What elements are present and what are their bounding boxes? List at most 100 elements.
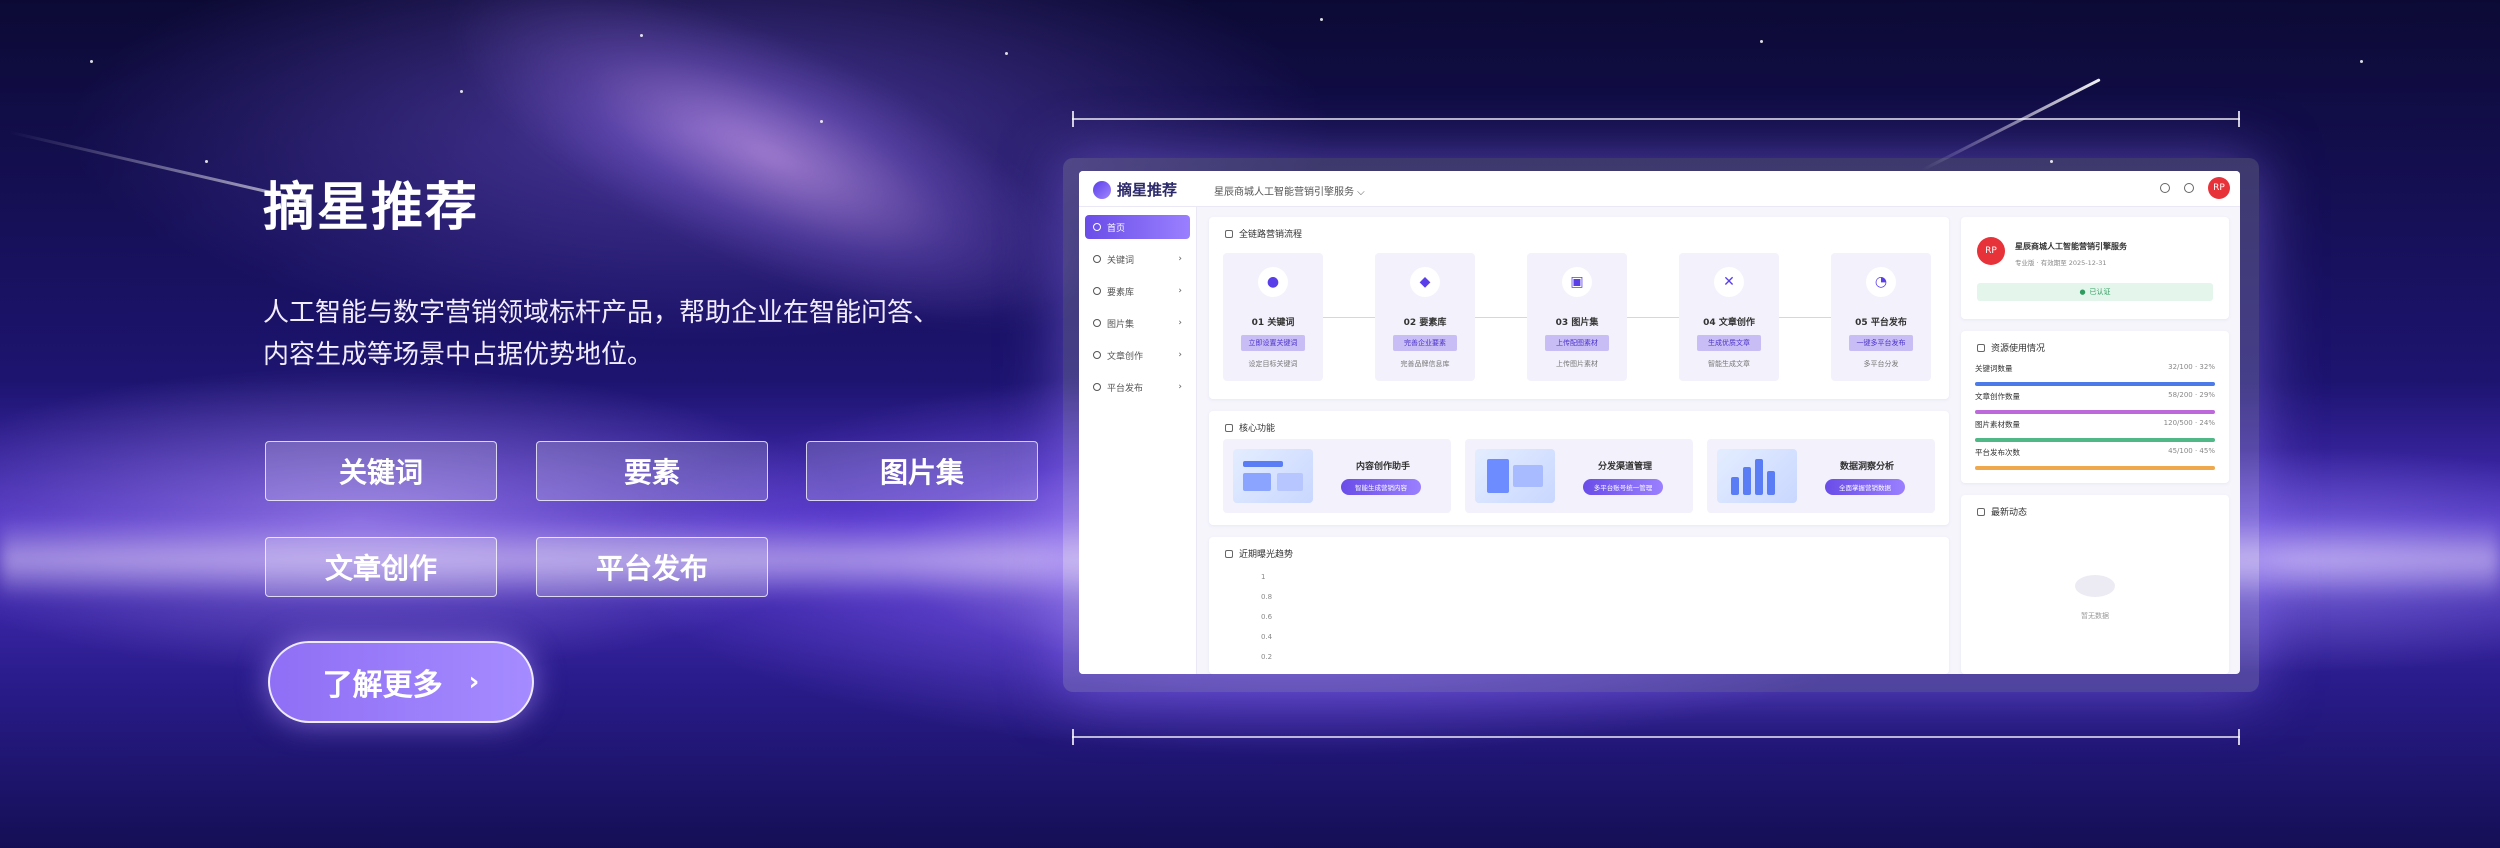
user-icon[interactable] [2160, 183, 2170, 193]
learn-more-label: 了解更多 [322, 668, 443, 703]
chip-platform-publish[interactable]: 平台发布 [536, 537, 768, 597]
dashboard-topbar: 摘星推荐 星辰商城人工智能营销引擎服务 ⌵ RP [1079, 171, 2240, 207]
step-name: 05 平台发布 [1855, 318, 1907, 328]
feature-name: 内容创作助手 [1355, 462, 1410, 472]
feature-item[interactable]: 内容创作助手 智能生成营销内容 [1223, 439, 1451, 513]
feature-button[interactable]: 智能生成营销内容 [1341, 479, 1421, 495]
step-note: 上传图片素材 [1556, 360, 1598, 368]
feature-button[interactable]: 多平台账号统一管理 [1583, 479, 1663, 495]
image-icon [1093, 319, 1101, 327]
quota-progress-bar [1975, 438, 2215, 442]
chip-article-creation[interactable]: 文章创作 [265, 537, 497, 597]
process-step[interactable]: ✕ 04 文章创作 生成优质文章 智能生成文章 [1679, 253, 1779, 381]
trend-icon [1225, 549, 1233, 558]
features-title: 核心功能 [1239, 424, 1276, 434]
frame-tick [1072, 111, 1074, 127]
empty-state-text: 暂无数据 [2081, 612, 2109, 620]
card-title: 最新动态 [1977, 505, 2027, 518]
quota-progress-fill [1975, 466, 2215, 470]
sidebar-item-label: 平台发布 [1107, 383, 1144, 394]
home-icon [1093, 223, 1101, 231]
sidebar-item-elements[interactable]: 要素库 › [1085, 279, 1190, 303]
step-name: 04 文章创作 [1703, 318, 1755, 328]
star [820, 120, 823, 123]
axis-tick-label: 0.6 [1261, 613, 1273, 621]
quota-progress-fill [1975, 410, 2215, 414]
card-title: 近期曝光趋势 [1225, 547, 1293, 560]
process-title: 全链路营销流程 [1239, 230, 1303, 240]
process-step[interactable]: ● 01 关键词 立即设置关键词 设定目标关键词 [1223, 253, 1323, 381]
empty-state-icon [2075, 575, 2115, 597]
avatar[interactable]: RP [2208, 177, 2230, 199]
profile-subtitle: 专业版 · 有效期至 2025-12-31 [2015, 259, 2107, 267]
chip-keywords[interactable]: 关键词 [265, 441, 497, 501]
process-step[interactable]: ◔ 05 平台发布 一键多平台发布 多平台分发 [1831, 253, 1931, 381]
trend-card: 近期曝光趋势 1 0.8 0.6 0.4 0.2 [1209, 537, 1949, 674]
sidebar-item-keywords[interactable]: 关键词 › [1085, 247, 1190, 271]
hero-description-line: 人工智能与数字营销领域标杆产品，帮助企业在智能问答、 [263, 298, 940, 328]
step-name: 01 关键词 [1251, 318, 1295, 328]
feature-item[interactable]: 分发渠道管理 多平台账号统一管理 [1465, 439, 1693, 513]
step-action-button[interactable]: 上传配图素材 [1545, 335, 1609, 351]
quota-value: 120/500 · 24% [2163, 419, 2215, 427]
frame-line-top [1072, 118, 2240, 120]
hero-title: 摘星推荐 [263, 178, 480, 238]
chart-icon [1977, 343, 1985, 352]
dashboard-logo[interactable]: 摘星推荐 [1093, 179, 1177, 200]
edit-icon [1093, 351, 1101, 359]
sidebar-item-images[interactable]: 图片集 › [1085, 311, 1190, 335]
breadcrumb[interactable]: 星辰商城人工智能营销引擎服务 ⌵ [1214, 183, 1365, 198]
axis-tick-label: 0.2 [1261, 653, 1273, 661]
logo-mark-icon [1093, 180, 1111, 199]
quota-value: 58/200 · 29% [2168, 391, 2215, 399]
step-action-button[interactable]: 立即设置关键词 [1241, 335, 1305, 351]
key-icon [1093, 255, 1101, 263]
quota-progress-bar [1975, 410, 2215, 414]
star [460, 90, 463, 93]
chevron-right-icon: › [468, 667, 480, 697]
feature-item[interactable]: 数据洞察分析 全面掌握营销数据 [1707, 439, 1935, 513]
chip-elements[interactable]: 要素 [536, 441, 768, 501]
axis-tick-label: 0.4 [1261, 633, 1273, 641]
features-card: 核心功能 内容创作助手 智能生成营销内容 分发渠道管理 多平台账号统一管理 数据… [1209, 411, 1949, 525]
check-circle-icon: ● [2079, 288, 2086, 296]
quota-row: 平台发布次数 45/100 · 45% [1975, 447, 2215, 470]
user-icon: ● [1258, 267, 1288, 297]
logo-text: 摘星推荐 [1117, 181, 1178, 199]
step-action-button[interactable]: 生成优质文章 [1697, 335, 1761, 351]
quota-value: 32/100 · 32% [2168, 363, 2215, 371]
sidebar-item-label: 文章创作 [1107, 351, 1144, 362]
status-text: 已认证 [2089, 288, 2111, 296]
learn-more-button[interactable]: 了解更多 › [268, 641, 534, 723]
sidebar-item-articles[interactable]: 文章创作 › [1085, 343, 1190, 367]
feature-illustration [1475, 449, 1555, 503]
feature-button[interactable]: 全面掌握营销数据 [1825, 479, 1905, 495]
quota-progress-bar [1975, 382, 2215, 386]
bell-icon [1977, 507, 1985, 516]
chevron-right-icon: › [1178, 254, 1182, 264]
settings-icon[interactable] [2184, 183, 2194, 193]
star [1005, 52, 1008, 55]
status-badge: ● 已认证 [1977, 283, 2213, 301]
feature-illustration [1717, 449, 1797, 503]
axis-tick-label: 1 [1261, 573, 1266, 581]
dashboard-sidebar: 首页 关键词 › 要素库 › 图片集 › 文章创作 › 平台发布 › [1079, 207, 1197, 674]
star [1760, 40, 1763, 43]
sidebar-item-label: 要素库 [1107, 287, 1135, 298]
hero-description-line: 内容生成等场景中占据优势地位。 [263, 340, 654, 370]
avatar[interactable]: RP [1977, 237, 2005, 265]
step-note: 智能生成文章 [1708, 360, 1750, 368]
trend-title: 近期曝光趋势 [1239, 550, 1294, 560]
star [640, 34, 643, 37]
process-step[interactable]: ◆ 02 要素库 完善企业要素 完善品牌信息库 [1375, 253, 1475, 381]
star [2360, 60, 2363, 63]
sidebar-item-label: 关键词 [1107, 255, 1135, 266]
sidebar-item-publish[interactable]: 平台发布 › [1085, 375, 1190, 399]
step-action-button[interactable]: 完善企业要素 [1393, 335, 1457, 351]
sidebar-item-label: 图片集 [1107, 319, 1135, 330]
process-step[interactable]: ▣ 03 图片集 上传配图素材 上传图片素材 [1527, 253, 1627, 381]
step-action-button[interactable]: 一键多平台发布 [1849, 335, 1913, 351]
chip-image-sets[interactable]: 图片集 [806, 441, 1038, 501]
process-card: 全链路营销流程 ● 01 关键词 立即设置关键词 设定目标关键词 ◆ 02 要素… [1209, 217, 1949, 399]
sidebar-item-home[interactable]: 首页 [1085, 215, 1190, 239]
